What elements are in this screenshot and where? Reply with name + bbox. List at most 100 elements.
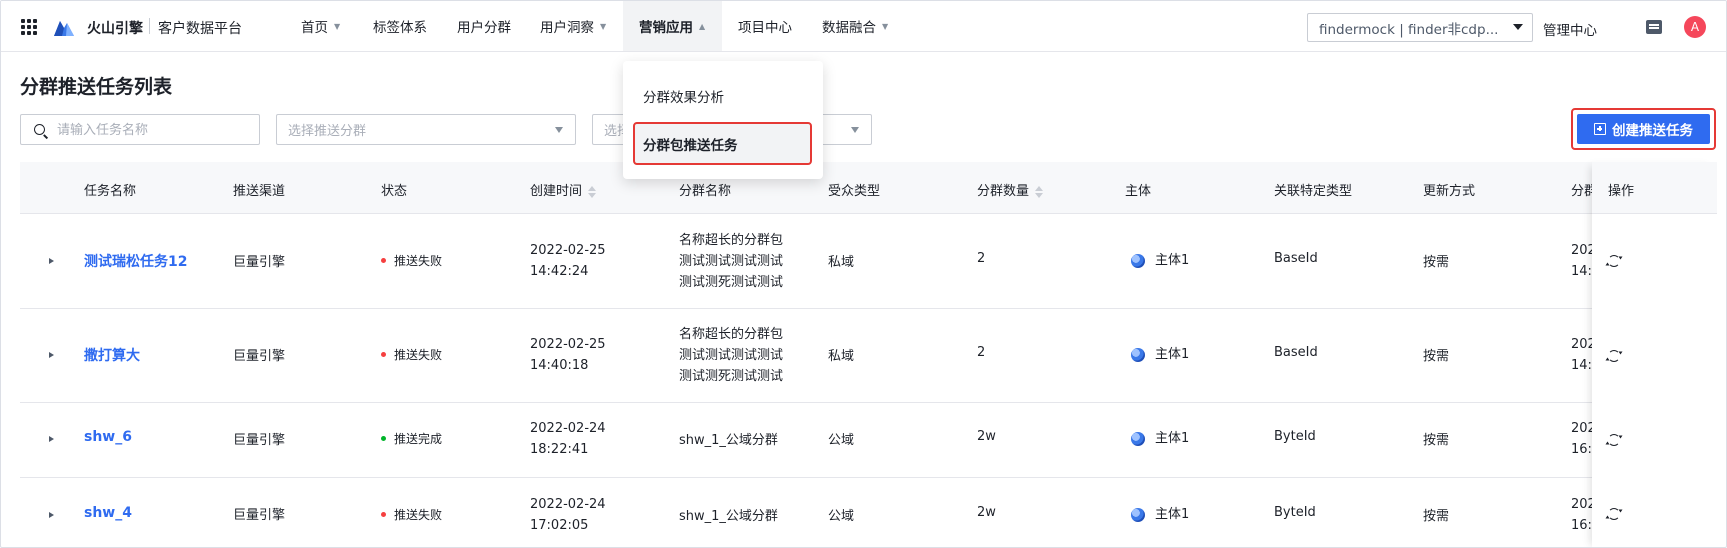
segment-filter-placeholder: 选择推送分群	[288, 124, 367, 139]
count-cell: 2	[977, 345, 986, 360]
segment-name-cell: 名称超长的分群包 测试测试测试测试 测试测死测试测试	[679, 230, 783, 293]
nav-tag-system[interactable]: 标签体系	[373, 1, 427, 51]
plus-square-icon	[1594, 123, 1606, 135]
created-time-cell: 2022-02-25 14:42:24	[530, 240, 606, 282]
created-date: 2022-02-25	[530, 337, 606, 352]
channel-cell: 巨量引擎	[233, 508, 286, 523]
col-status: 状态	[381, 184, 408, 199]
menu-item-segment-push-task[interactable]: 分群包推送任务	[643, 134, 738, 154]
nav-user-insight-label: 用户洞察	[540, 20, 594, 36]
task-search-input[interactable]	[57, 121, 252, 139]
col-operations: 操作	[1608, 184, 1635, 199]
create-button-highlight: 创建推送任务	[1571, 108, 1716, 150]
refresh-icon[interactable]	[1608, 350, 1620, 362]
subject-cell: 主体1	[1131, 343, 1189, 362]
caret-down-icon	[851, 127, 859, 133]
col-subject: 主体	[1125, 184, 1152, 199]
created-time-cell: 2022-02-24 18:22:41	[530, 418, 606, 460]
table-row: 撒打算大 巨量引擎 推送失败 2022-02-25 14:40:18 名称超长的分…	[20, 309, 1717, 403]
nav-user-segment[interactable]: 用户分群	[457, 1, 511, 51]
brand-divider	[149, 18, 150, 34]
col-segment-name: 分群名称	[679, 184, 732, 199]
status-dot	[381, 352, 386, 357]
marketing-dropdown-menu: 分群效果分析 分群包推送任务	[623, 61, 823, 179]
app-frame: 火山引擎 客户数据平台 首页 ▼ 标签体系 用户分群 用户洞察 ▼ 营销应用 ▲ 项目…	[0, 0, 1727, 548]
id-type-cell: BaseId	[1274, 251, 1318, 266]
admin-center-link[interactable]: 管理中心	[1543, 19, 1597, 39]
audience-cell: 公域	[828, 509, 855, 524]
task-name-link[interactable]: shw_6	[84, 429, 132, 445]
message-icon[interactable]	[1646, 20, 1662, 34]
refresh-icon[interactable]	[1608, 508, 1620, 520]
nav-marketing-app[interactable]: 营销应用 ▲	[623, 1, 722, 51]
segment-name-line: 测试测试测试测试	[679, 254, 784, 269]
col-created-time-label: 创建时间	[530, 184, 583, 199]
chevron-up-icon: ▲	[699, 21, 706, 31]
operations-column: 操作	[1592, 162, 1717, 547]
segment-name-line: 测试测死测试测试	[679, 369, 784, 384]
subject-text: 主体1	[1155, 431, 1190, 446]
operations-header: 操作	[1592, 162, 1717, 214]
task-name-link[interactable]: shw_4	[84, 505, 132, 521]
status-dot	[381, 258, 386, 263]
create-push-task-label: 创建推送任务	[1612, 123, 1693, 138]
update-mode-cell: 按需	[1423, 433, 1450, 448]
subject-icon	[1131, 347, 1145, 362]
update-mode-cell: 按需	[1423, 255, 1450, 270]
refresh-icon[interactable]	[1608, 255, 1620, 267]
nav-data-fusion-label: 数据融合	[822, 20, 876, 36]
table-row: shw_4 巨量引擎 推送失败 2022-02-24 17:02:05 shw_1…	[20, 478, 1717, 547]
table-row: 测试瑞松任务12 巨量引擎 推送失败 2022-02-25 14:42:24 名称…	[20, 214, 1717, 309]
segment-name-line: 测试测试测试测试	[679, 348, 784, 363]
menu-item-segment-effect[interactable]: 分群效果分析	[643, 86, 724, 106]
task-name-link[interactable]: 撒打算大	[84, 345, 140, 365]
expand-row-icon[interactable]	[49, 436, 54, 442]
status-cell: 推送失败	[381, 252, 442, 269]
search-icon	[34, 124, 45, 135]
task-search-box[interactable]	[20, 114, 260, 145]
col-audience-type: 受众类型	[828, 184, 881, 199]
subject-text: 主体1	[1155, 253, 1190, 268]
col-created-time[interactable]: 创建时间	[530, 180, 597, 199]
nav-user-segment-label: 用户分群	[457, 20, 511, 36]
task-name-link[interactable]: 测试瑞松任务12	[84, 251, 187, 271]
created-clock: 18:22:41	[530, 442, 589, 457]
status-text: 推送失败	[394, 508, 443, 522]
refresh-icon[interactable]	[1608, 434, 1620, 446]
app-grid-icon[interactable]	[21, 19, 37, 35]
subject-cell: 主体1	[1131, 249, 1189, 268]
tenant-select[interactable]: findermock | finder非cdp...	[1307, 13, 1533, 42]
status-text: 推送完成	[394, 432, 443, 446]
created-time-cell: 2022-02-24 17:02:05	[530, 494, 606, 536]
page-title: 分群推送任务列表	[20, 76, 173, 98]
nav-home[interactable]: 首页 ▼	[301, 1, 340, 51]
created-date: 2022-02-24	[530, 421, 606, 436]
status-cell: 推送失败	[381, 346, 442, 363]
nav-project-center[interactable]: 项目中心	[738, 1, 792, 51]
audience-cell: 私域	[828, 349, 855, 364]
chevron-down-icon: ▼	[882, 21, 889, 31]
product-name: 客户数据平台	[158, 21, 242, 37]
segment-filter-select[interactable]: 选择推送分群	[276, 114, 576, 145]
brand-name: 火山引擎	[87, 21, 143, 37]
nav-data-fusion[interactable]: 数据融合 ▼	[822, 1, 888, 51]
sort-icon[interactable]	[588, 185, 597, 198]
col-segment-count[interactable]: 分群数量	[977, 180, 1044, 199]
channel-cell: 巨量引擎	[233, 349, 286, 364]
status-cell: 推送失败	[381, 506, 442, 523]
expand-row-icon[interactable]	[49, 258, 54, 264]
create-push-task-button[interactable]: 创建推送任务	[1577, 114, 1710, 144]
caret-down-icon	[1513, 24, 1523, 30]
nav-user-insight[interactable]: 用户洞察 ▼	[540, 1, 606, 51]
expand-row-icon[interactable]	[49, 352, 54, 358]
audience-cell: 私域	[828, 255, 855, 270]
created-clock: 14:42:24	[530, 264, 589, 279]
sort-icon[interactable]	[1035, 185, 1044, 198]
nav-project-center-label: 项目中心	[738, 20, 792, 36]
subject-icon	[1131, 253, 1145, 268]
expand-row-icon[interactable]	[49, 512, 54, 518]
segment-name-line: 名称超长的分群包	[679, 327, 784, 342]
user-avatar[interactable]: A	[1684, 16, 1706, 38]
col-task-name: 任务名称	[84, 184, 137, 199]
subject-text: 主体1	[1155, 507, 1190, 522]
